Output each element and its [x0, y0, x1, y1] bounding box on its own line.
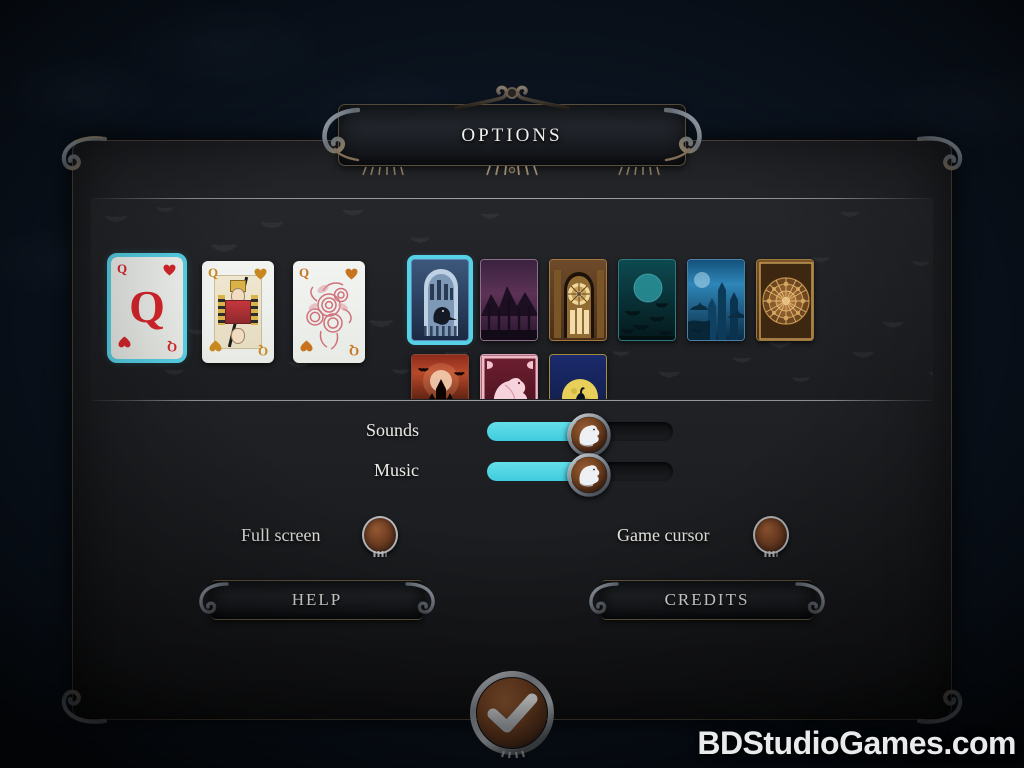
card-style-selector: QQQQQQQ [91, 199, 933, 399]
divider-top [91, 198, 933, 199]
card-face-option[interactable]: QQ [293, 261, 365, 363]
bat-icon [792, 377, 810, 383]
bat-icon [658, 371, 680, 378]
slider-label-sounds: Sounds [365, 420, 419, 440]
bat-icon [882, 321, 904, 328]
credits-button-label: CREDITS [664, 590, 750, 609]
toggle-game-cursor[interactable]: Game cursor [617, 516, 790, 554]
card-back-option[interactable] [480, 354, 538, 399]
toggle-label-game-cursor: Game cursor [617, 524, 710, 545]
suit-heart-icon [163, 263, 176, 281]
card-back-option[interactable] [687, 259, 745, 341]
bat-icon [156, 207, 174, 213]
bat-icon [104, 215, 128, 223]
card-face-option[interactable]: QQQ [107, 253, 187, 363]
bat-icon [732, 357, 752, 363]
bat-icon [840, 211, 860, 217]
toggle-full-screen[interactable]: Full screen [241, 516, 399, 554]
card-back-option[interactable] [618, 259, 676, 341]
card-rank-index: Q [117, 261, 128, 276]
suit-heart-icon [254, 267, 267, 285]
bat-icon [410, 237, 430, 243]
slider-knob-music[interactable] [567, 453, 611, 497]
card-back-option[interactable] [549, 259, 607, 341]
bat-icon [928, 371, 933, 377]
options-panel: QQQQQQQ Sounds Music Full screen Game cur… [61, 136, 963, 759]
ok-confirm-button[interactable] [466, 669, 558, 761]
page-title: OPTIONS [461, 125, 563, 146]
card-back-option[interactable] [549, 354, 607, 399]
card-rank-index: Q [257, 344, 268, 359]
bat-icon [210, 244, 238, 252]
card-back-option[interactable] [480, 259, 538, 341]
credits-button[interactable]: CREDITS [585, 580, 829, 620]
bat-icon [852, 351, 874, 358]
title-banner: OPTIONS [322, 85, 702, 176]
divider-bottom [91, 400, 933, 401]
suit-heart-icon [300, 339, 313, 357]
slider-label-music: Music [374, 460, 419, 480]
toggle-label-full-screen: Full screen [241, 524, 321, 545]
bat-icon [912, 261, 930, 267]
card-rank-index: Q [208, 265, 219, 280]
card-rank-index: Q [348, 344, 359, 359]
toggle-knob-full-screen[interactable] [362, 516, 399, 554]
bat-icon [480, 213, 500, 219]
site-watermark: BDStudioGames.com [697, 725, 1016, 761]
slider-knob-sounds[interactable] [567, 413, 611, 457]
bat-icon [164, 369, 184, 375]
card-back-option[interactable] [411, 354, 469, 399]
card-back-option[interactable] [407, 255, 473, 345]
suit-heart-icon [209, 339, 222, 357]
card-rank-index: Q [299, 265, 310, 280]
help-button-label: HELP [291, 590, 343, 609]
bat-icon [368, 320, 394, 327]
bat-icon [392, 369, 410, 375]
suit-heart-icon [118, 335, 131, 353]
card-rank-index: Q [166, 340, 177, 355]
bat-icon [612, 351, 630, 357]
bat-icon [260, 221, 284, 229]
bat-icon [342, 209, 364, 216]
toggle-knob-game-cursor[interactable] [753, 516, 790, 554]
suit-heart-icon [345, 267, 358, 285]
card-back-option[interactable] [756, 259, 814, 341]
bat-icon [812, 257, 830, 263]
bat-icon [768, 341, 792, 349]
card-face-option[interactable]: QQ [202, 261, 274, 363]
help-button[interactable]: HELP [195, 580, 439, 620]
